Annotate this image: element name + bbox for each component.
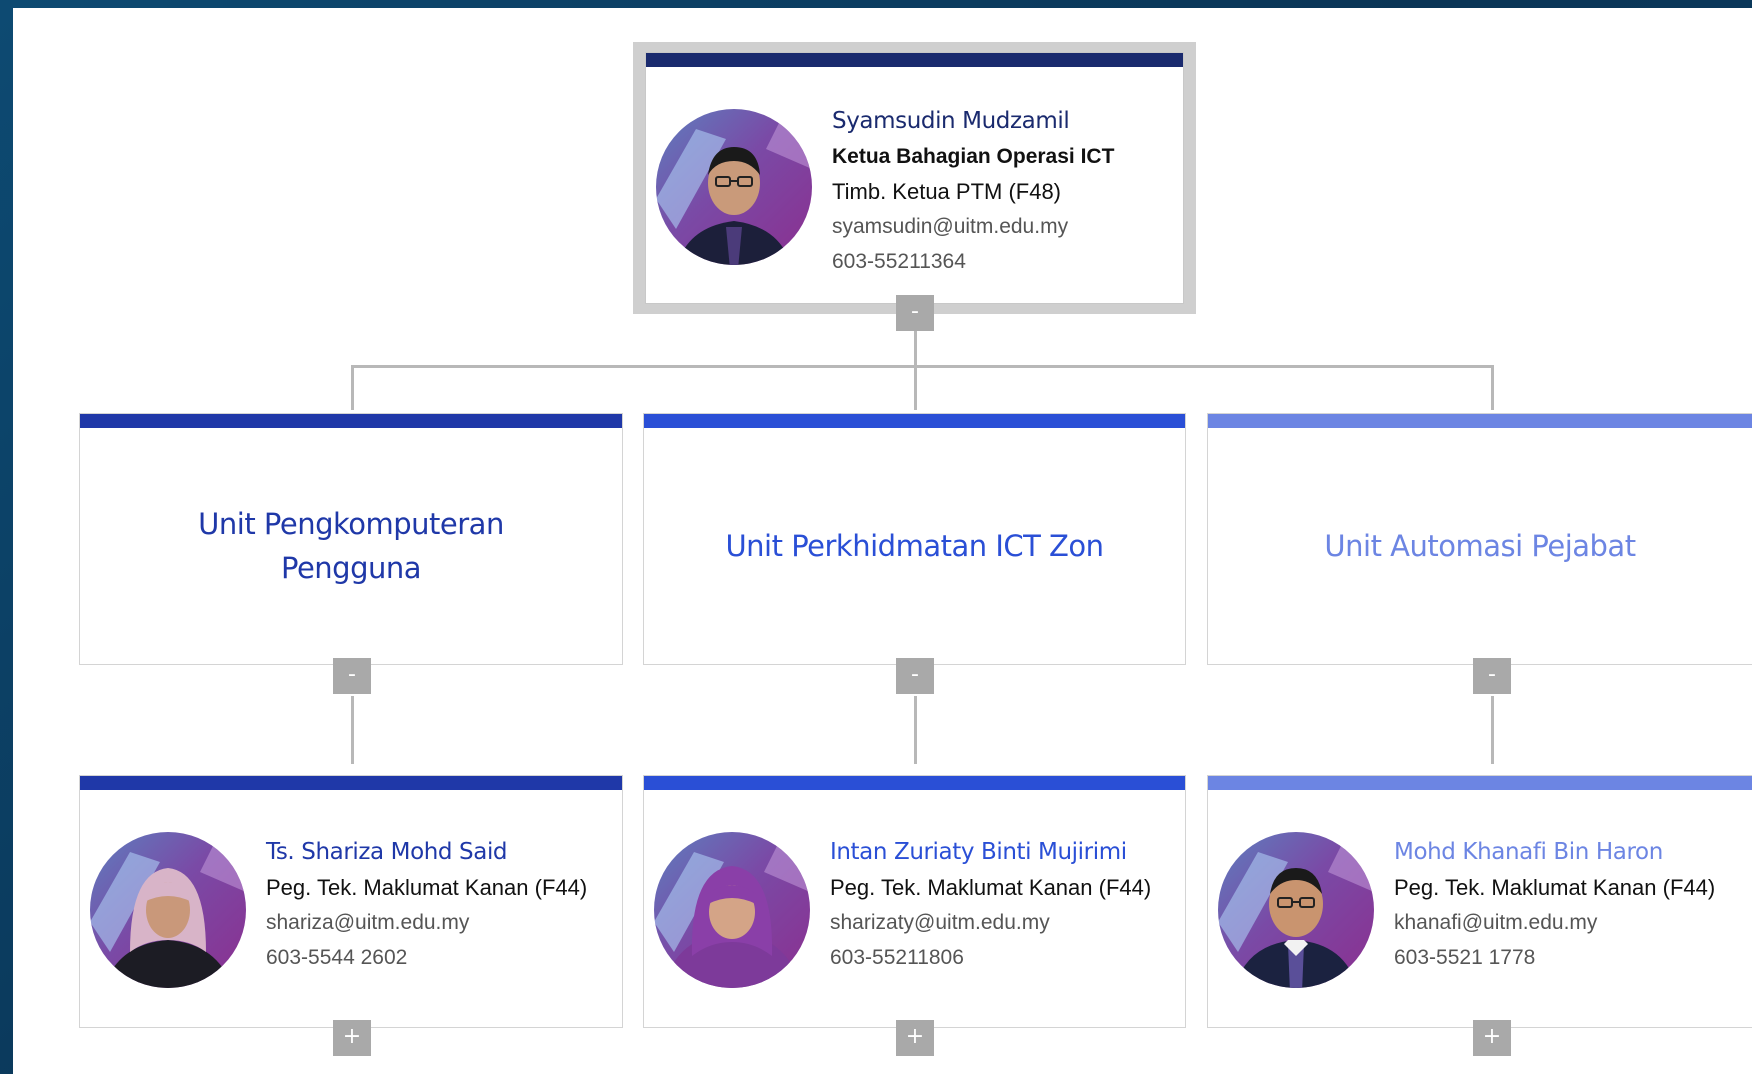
root-phone: 603-55211364: [832, 250, 966, 273]
staff-card[interactable]: Mohd Khanafi Bin Haron Peg. Tek. Makluma…: [1207, 775, 1752, 1028]
connector-unit2-up: [914, 365, 917, 410]
root-card[interactable]: Syamsudin Mudzamil Ketua Bahagian Operas…: [645, 52, 1184, 304]
connector-unit2-down: [914, 696, 917, 764]
connector-unit3-up: [1491, 365, 1494, 410]
connector-horizontal: [351, 365, 1494, 368]
staff-phone: 603-5521 1778: [1394, 946, 1536, 969]
staff-card-bar: [80, 776, 622, 790]
connector-unit1-up: [351, 365, 354, 410]
staff-card-bar: [1208, 776, 1752, 790]
staff-card[interactable]: Intan Zuriaty Binti Mujirimi Peg. Tek. M…: [643, 775, 1186, 1028]
unit-collapse-toggle[interactable]: -: [333, 658, 371, 694]
root-subtitle: Timb. Ketua PTM (F48): [832, 179, 1062, 204]
staff-title: Peg. Tek. Maklumat Kanan (F44): [1394, 875, 1716, 900]
unit-card-bar: [1208, 414, 1752, 428]
staff-avatar: [1218, 832, 1374, 988]
staff-email[interactable]: sharizaty@uitm.edu.my: [830, 905, 1179, 940]
staff-name[interactable]: Mohd Khanafi Bin Haron: [1394, 834, 1746, 870]
staff-avatar: [90, 832, 246, 988]
root-title: Ketua Bahagian Operasi ICT: [832, 145, 1115, 168]
root-collapse-toggle[interactable]: -: [896, 295, 934, 331]
unit-card-bar: [644, 414, 1185, 428]
staff-card[interactable]: Ts. Shariza Mohd Said Peg. Tek. Maklumat…: [79, 775, 623, 1028]
root-info: Syamsudin Mudzamil Ketua Bahagian Operas…: [832, 103, 1177, 279]
staff-name[interactable]: Ts. Shariza Mohd Said: [266, 834, 616, 870]
staff-info: Mohd Khanafi Bin Haron Peg. Tek. Makluma…: [1394, 834, 1746, 975]
unit-card[interactable]: Unit Perkhidmatan ICT Zon: [643, 413, 1186, 665]
root-avatar: [656, 109, 812, 265]
staff-email[interactable]: khanafi@uitm.edu.my: [1394, 905, 1746, 940]
unit-card[interactable]: Unit Pengkomputeran Pengguna: [79, 413, 623, 665]
root-email[interactable]: syamsudin@uitm.edu.my: [832, 209, 1177, 244]
unit-title: Unit Pengkomputeran Pengguna: [198, 507, 504, 585]
staff-expand-toggle[interactable]: +: [896, 1020, 934, 1056]
unit-collapse-toggle[interactable]: -: [896, 658, 934, 694]
staff-info: Ts. Shariza Mohd Said Peg. Tek. Maklumat…: [266, 834, 616, 975]
staff-info: Intan Zuriaty Binti Mujirimi Peg. Tek. M…: [830, 834, 1179, 975]
staff-expand-toggle[interactable]: +: [1473, 1020, 1511, 1056]
staff-card-bar: [644, 776, 1185, 790]
staff-avatar: [654, 832, 810, 988]
unit-title: Unit Perkhidmatan ICT Zon: [725, 529, 1104, 563]
unit-card[interactable]: Unit Automasi Pejabat: [1207, 413, 1752, 665]
unit-collapse-toggle[interactable]: -: [1473, 658, 1511, 694]
unit-title: Unit Automasi Pejabat: [1324, 529, 1636, 563]
staff-phone: 603-55211806: [830, 946, 964, 969]
org-chart-canvas: Syamsudin Mudzamil Ketua Bahagian Operas…: [13, 8, 1752, 1074]
root-name[interactable]: Syamsudin Mudzamil: [832, 103, 1177, 139]
unit-card-bar: [80, 414, 622, 428]
staff-expand-toggle[interactable]: +: [333, 1020, 371, 1056]
staff-title: Peg. Tek. Maklumat Kanan (F44): [830, 875, 1152, 900]
connector-unit1-down: [351, 696, 354, 764]
connector-unit3-down: [1491, 696, 1494, 764]
root-card-bar: [646, 53, 1183, 67]
staff-phone: 603-5544 2602: [266, 946, 408, 969]
staff-name[interactable]: Intan Zuriaty Binti Mujirimi: [830, 834, 1179, 870]
staff-email[interactable]: shariza@uitm.edu.my: [266, 905, 616, 940]
staff-title: Peg. Tek. Maklumat Kanan (F44): [266, 875, 588, 900]
